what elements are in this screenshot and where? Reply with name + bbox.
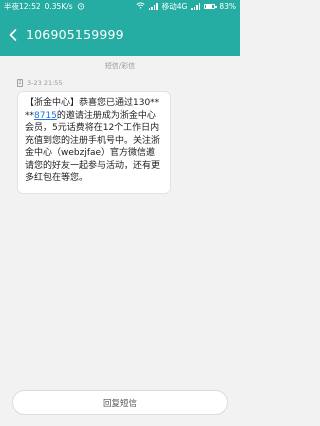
status-left: 半夜12:52 0.35K/s	[4, 1, 85, 12]
status-time: 半夜12:52	[4, 2, 41, 11]
network-label: 移动4G	[161, 2, 188, 11]
conversation-title: 106905159999	[26, 27, 124, 42]
sim-icon: 2	[17, 79, 23, 87]
composer-area: 回复短信	[0, 378, 240, 426]
reply-sms-button[interactable]: 回复短信	[12, 390, 228, 415]
chevron-left-icon	[9, 28, 17, 41]
status-right: 移动4G 83%	[136, 1, 236, 12]
alarm-icon	[77, 2, 85, 12]
message-text-part2: 的邀请注册成为浙金中心会员，5元话费将在12个工作日内充值到您的注册手机号中。关…	[25, 110, 161, 184]
battery-icon	[204, 3, 217, 10]
message-time: 3-23 21:55	[27, 79, 63, 87]
message-meta: 2 3-23 21:55	[17, 79, 63, 87]
signal-icon	[148, 3, 158, 10]
signal-icon-2	[191, 3, 201, 10]
phone-link[interactable]: 8715	[34, 111, 57, 121]
status-bar: 半夜12:52 0.35K/s 移动4G 83%	[0, 0, 240, 13]
wifi-icon	[136, 2, 145, 11]
section-label: 短信/彩信	[104, 62, 136, 70]
battery-percent: 83%	[219, 2, 236, 11]
back-button[interactable]	[0, 13, 26, 56]
app-bar: 106905159999	[0, 13, 240, 56]
message-bubble[interactable]: 【浙金中心】恭喜您已通过130****8715的邀请注册成为浙金中心会员，5元话…	[17, 91, 171, 194]
network-speed: 0.35K/s	[44, 2, 73, 11]
